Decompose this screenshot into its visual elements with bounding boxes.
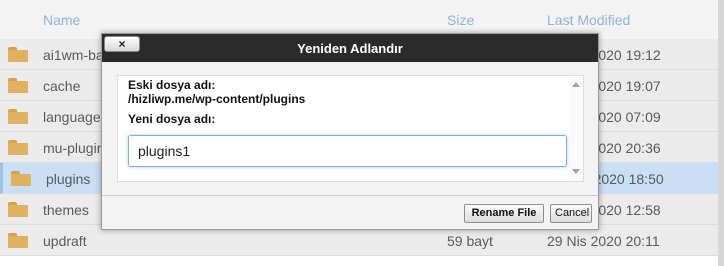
column-header-name[interactable]: Name	[43, 12, 80, 28]
column-header-modified[interactable]: Last Modified	[547, 12, 630, 28]
folder-icon	[8, 233, 28, 248]
cancel-button[interactable]: Cancel	[550, 204, 592, 223]
column-header-size[interactable]: Size	[447, 12, 474, 28]
folder-icon	[8, 78, 28, 93]
file-name[interactable]: languages	[43, 109, 108, 125]
folder-icon	[8, 202, 28, 217]
folder-icon	[8, 47, 28, 62]
old-name-path: /hizliwp.me/wp-content/plugins	[128, 92, 306, 106]
dialog-titlebar[interactable]: Yeniden Adlandır ×	[102, 34, 598, 62]
file-modified: 29 Nis 2020 20:11	[547, 233, 660, 249]
old-name-label: Eski dosya adı:	[128, 78, 216, 92]
new-name-label: Yeni dosya adı:	[128, 112, 216, 126]
file-name[interactable]: themes	[43, 202, 89, 218]
folder-icon	[11, 171, 31, 186]
folder-icon	[8, 140, 28, 155]
folder-icon	[8, 109, 28, 124]
scroll-up-arrow-icon[interactable]	[572, 82, 580, 87]
rename-file-button[interactable]: Rename File	[464, 204, 544, 223]
close-button[interactable]: ×	[104, 36, 140, 52]
list-scrollbar[interactable]	[718, 0, 724, 266]
file-name[interactable]: plugins	[46, 171, 90, 187]
dialog-content: Eski dosya adı: /hizliwp.me/wp-content/p…	[117, 75, 584, 182]
footer-divider	[102, 195, 598, 196]
scroll-down-arrow-icon[interactable]	[572, 169, 580, 174]
new-name-input[interactable]	[128, 135, 567, 167]
dialog-title: Yeniden Adlandır	[297, 41, 403, 56]
file-size: 59 bayt	[447, 233, 493, 249]
content-scrollbar[interactable]	[569, 76, 583, 181]
file-name[interactable]: updraft	[43, 233, 87, 249]
file-name[interactable]: cache	[43, 78, 80, 94]
rename-dialog: Yeniden Adlandır × Eski dosya adı: /hizl…	[101, 33, 599, 230]
